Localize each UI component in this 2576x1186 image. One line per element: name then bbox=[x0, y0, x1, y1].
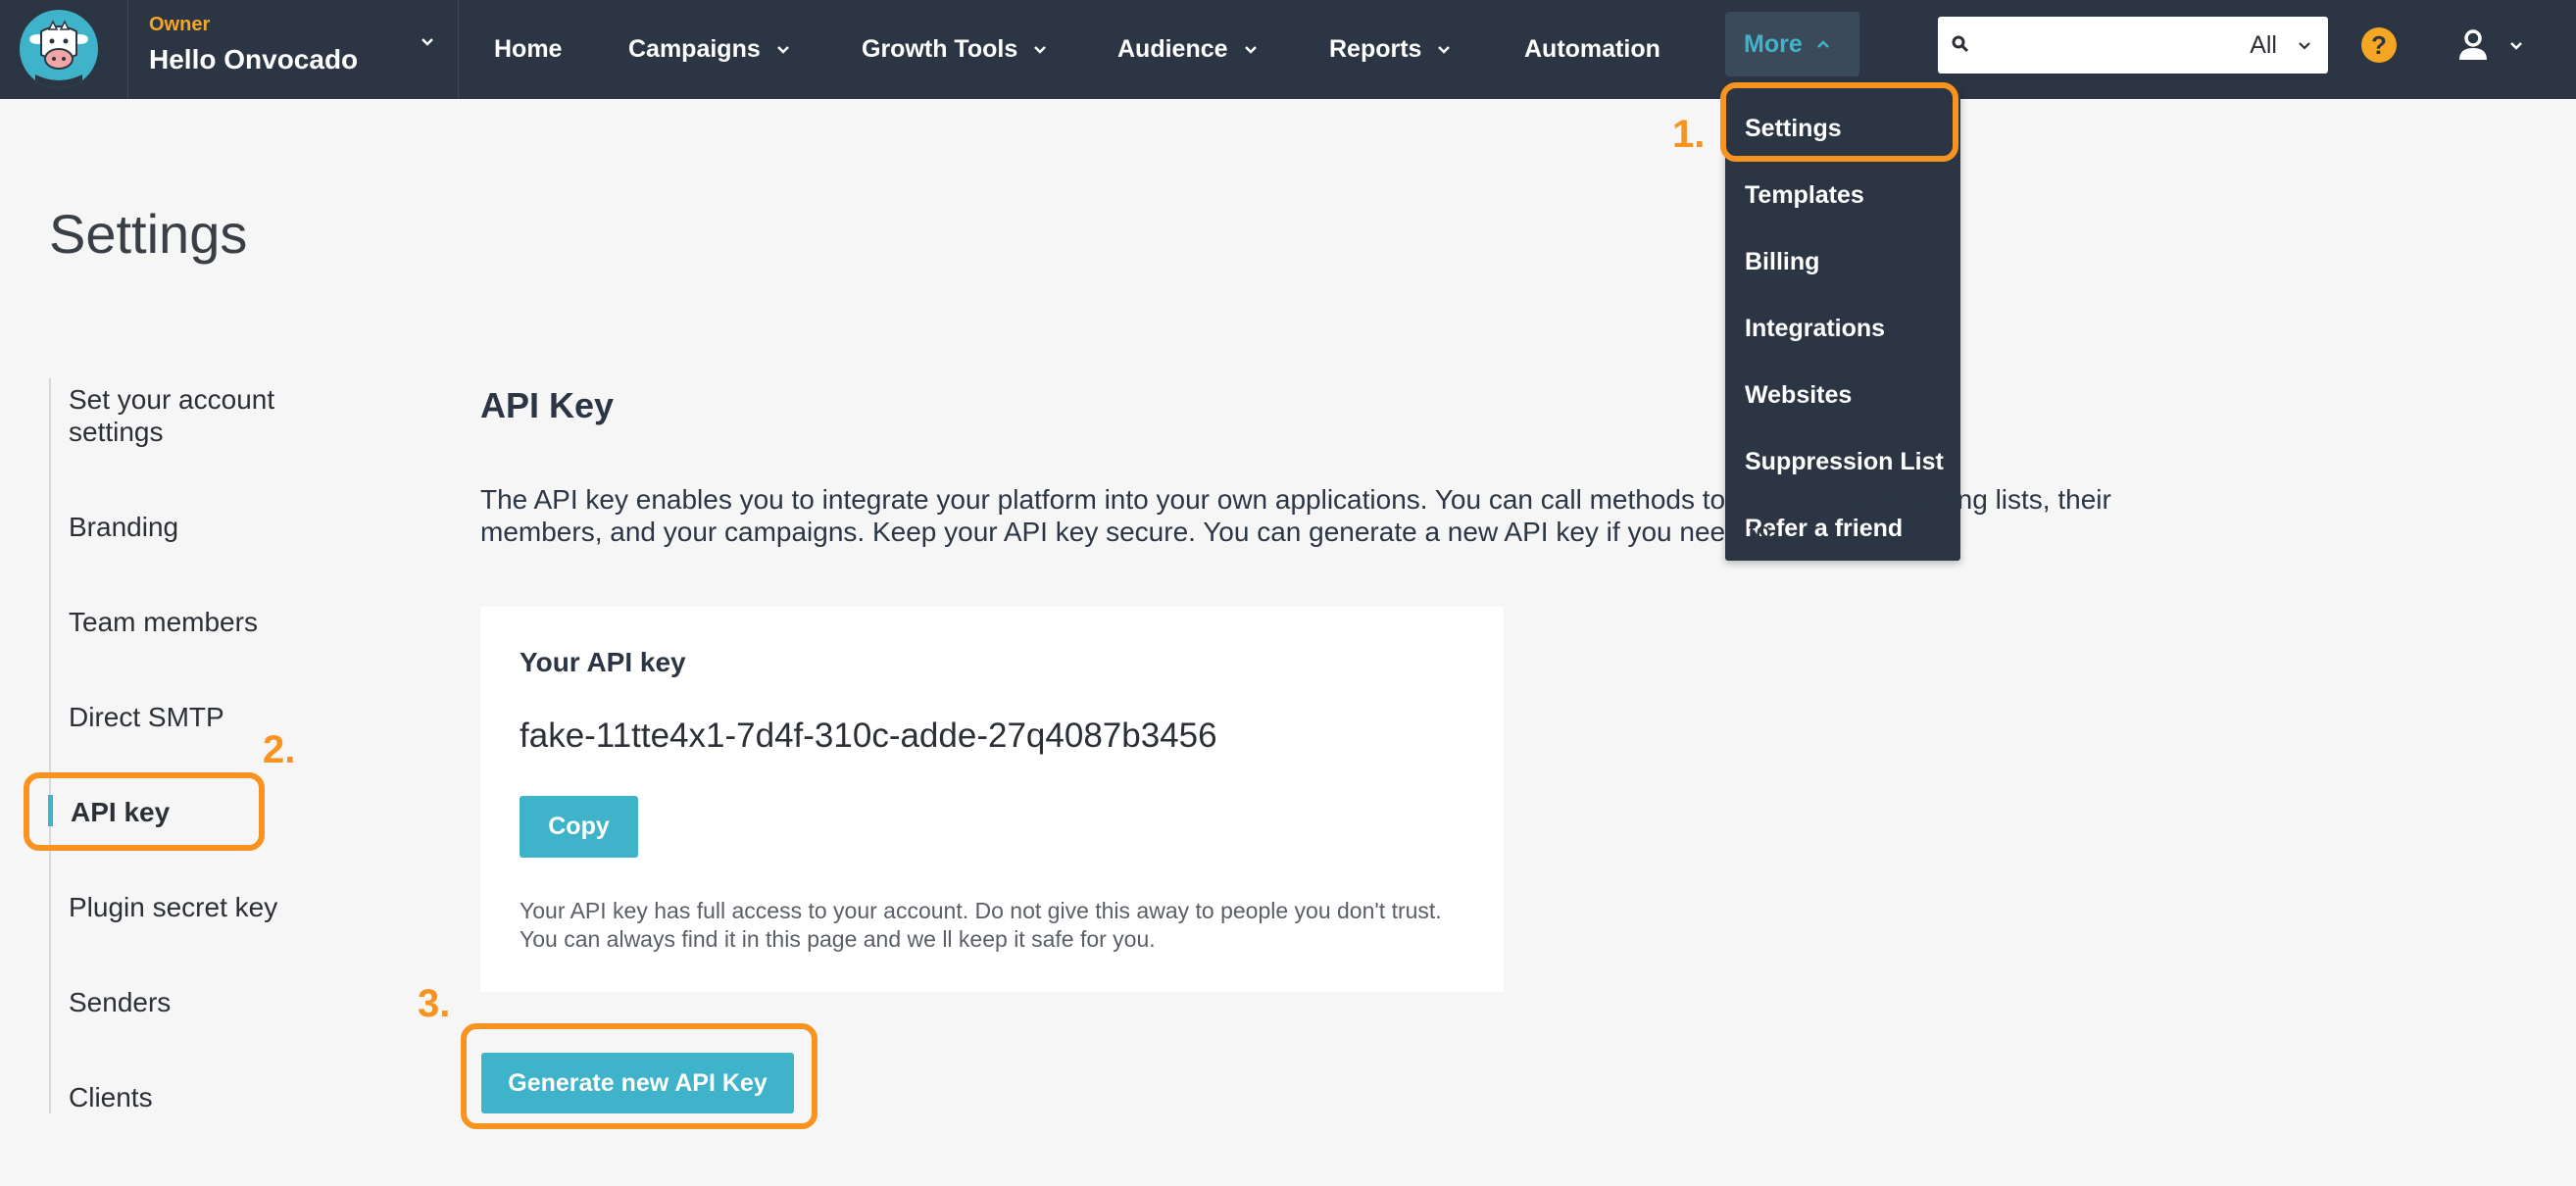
nav-campaigns[interactable]: Campaigns bbox=[628, 0, 792, 99]
copy-button[interactable]: Copy bbox=[520, 796, 638, 858]
account-role: Owner bbox=[149, 14, 211, 35]
sidebar-item-plugin-secret-key[interactable]: Plugin secret key bbox=[69, 891, 277, 923]
menu-item-suppression-list[interactable]: Suppression List bbox=[1745, 448, 1944, 476]
chevron-down-icon[interactable] bbox=[2507, 37, 2525, 55]
api-key-card-title: Your API key bbox=[520, 647, 686, 677]
menu-item-billing[interactable]: Billing bbox=[1745, 248, 1819, 276]
step-3-label: 3. bbox=[418, 982, 451, 1025]
sidebar-item-clients[interactable]: Clients bbox=[69, 1081, 153, 1113]
sidebar-item-branding[interactable]: Branding bbox=[69, 511, 178, 543]
account-switcher[interactable]: Owner Hello Onvocado bbox=[127, 0, 459, 99]
nav-automation[interactable]: Automation bbox=[1524, 0, 1660, 99]
nav-growth-tools[interactable]: Growth Tools bbox=[862, 0, 1049, 99]
menu-item-templates[interactable]: Templates bbox=[1745, 181, 1864, 210]
cow-logo-icon[interactable] bbox=[20, 10, 98, 88]
api-key-value: fake-11tte4x1-7d4f-310c-adde-27q4087b345… bbox=[520, 717, 1217, 755]
user-icon[interactable] bbox=[2455, 27, 2491, 63]
highlight-generate-button bbox=[461, 1023, 817, 1129]
help-icon[interactable]: ? bbox=[2361, 27, 2397, 63]
chevron-down-icon bbox=[2299, 42, 2310, 50]
menu-item-websites[interactable]: Websites bbox=[1745, 381, 1852, 410]
highlight-settings bbox=[1720, 82, 1958, 162]
api-key-card: Your API key fake-11tte4x1-7d4f-310c-add… bbox=[480, 607, 1504, 992]
highlight-api-key bbox=[24, 772, 265, 851]
chevron-down-icon bbox=[1244, 45, 1257, 54]
step-2-label: 2. bbox=[263, 728, 296, 771]
sidebar-item-team-members[interactable]: Team members bbox=[69, 606, 258, 638]
section-title: API Key bbox=[480, 385, 615, 425]
section-description: The API key enables you to integrate you… bbox=[480, 484, 2111, 547]
chevron-down-icon bbox=[1034, 45, 1047, 54]
api-key-note: Your API key has full access to your acc… bbox=[520, 898, 1442, 952]
sidebar-item-direct-smtp[interactable]: Direct SMTP bbox=[69, 701, 224, 733]
search-input[interactable]: All bbox=[1938, 17, 2328, 74]
step-1-label: 1. bbox=[1672, 113, 1706, 156]
nav-home[interactable]: Home bbox=[494, 0, 562, 99]
search-scope-select[interactable]: All bbox=[2250, 31, 2277, 60]
chevron-down-icon bbox=[1438, 45, 1451, 54]
settings-sidebar: Set your account settings Branding Team … bbox=[48, 378, 343, 1113]
chevron-up-icon bbox=[1816, 40, 1829, 48]
sidebar-item-account-settings[interactable]: Set your account settings bbox=[69, 383, 323, 448]
chevron-down-icon bbox=[776, 45, 789, 54]
nav-more[interactable]: More bbox=[1725, 12, 1859, 76]
sidebar-item-senders[interactable]: Senders bbox=[69, 986, 171, 1018]
menu-item-integrations[interactable]: Integrations bbox=[1745, 315, 1885, 343]
nav-audience[interactable]: Audience bbox=[1117, 0, 1260, 99]
nav-reports[interactable]: Reports bbox=[1329, 0, 1453, 99]
search-icon bbox=[1952, 35, 1969, 53]
page-title: Settings bbox=[49, 203, 248, 265]
chevron-down-icon bbox=[421, 38, 433, 46]
top-navigation-bar: Owner Hello Onvocado Home Campaigns Grow… bbox=[0, 0, 2576, 99]
account-name: Hello Onvocado bbox=[149, 44, 359, 74]
